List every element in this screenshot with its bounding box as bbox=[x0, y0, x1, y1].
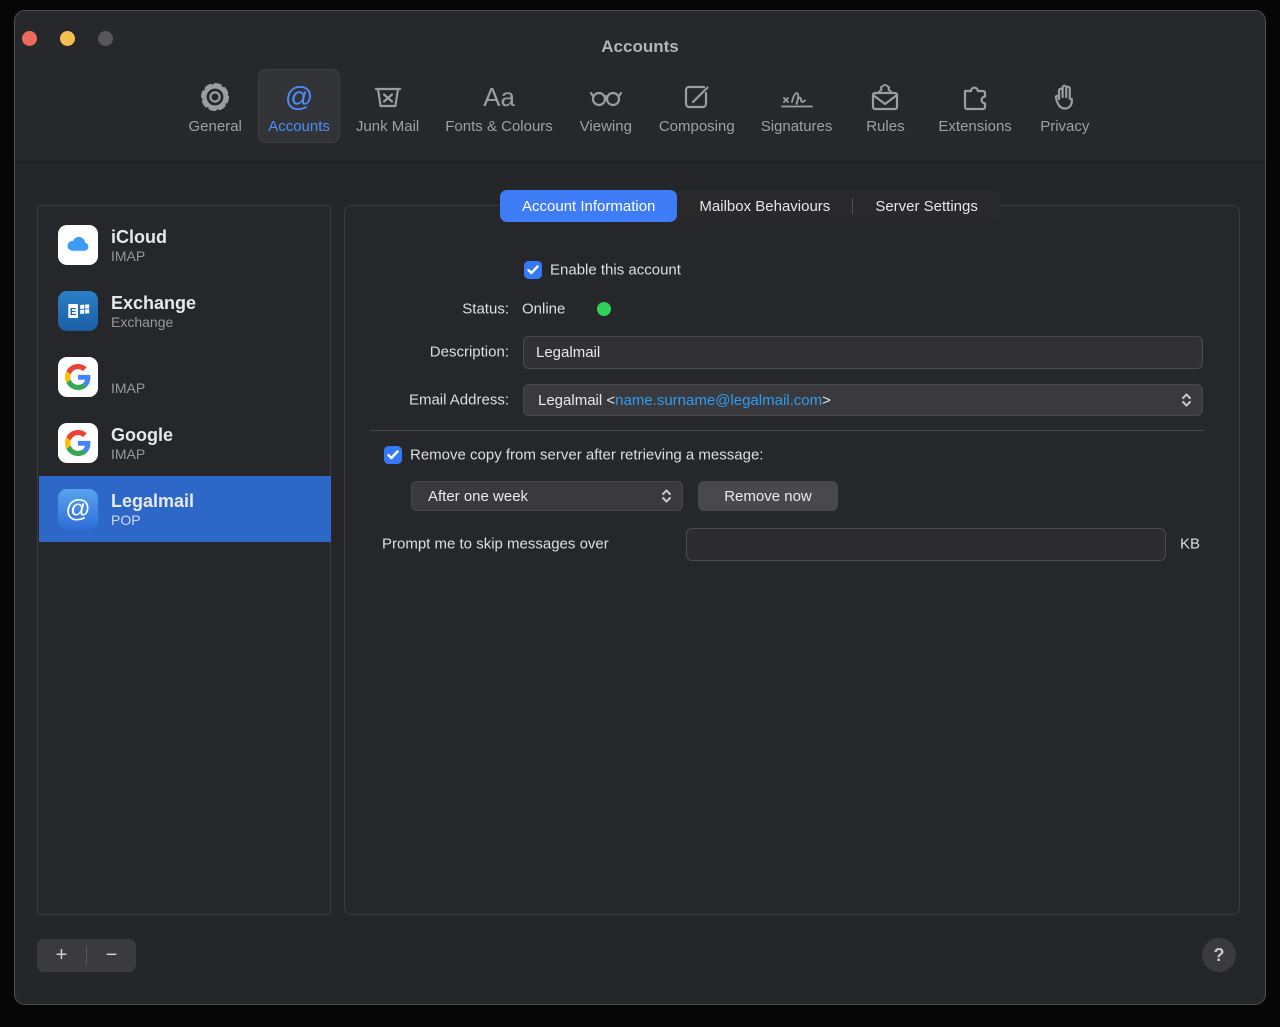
prompt-unit-label: KB bbox=[1180, 536, 1200, 553]
add-remove-account-control: + − bbox=[37, 939, 136, 972]
sidebar-item-legalmail[interactable]: @ Legalmail POP bbox=[39, 476, 331, 542]
title-toolbar-area: Accounts General @ Accounts bbox=[15, 11, 1265, 162]
gear-icon bbox=[198, 79, 232, 115]
sidebar-item-exchange[interactable]: E Exchange Exchange bbox=[39, 278, 331, 344]
toolbar-label: Viewing bbox=[580, 118, 632, 135]
compose-icon bbox=[680, 79, 714, 115]
toolbar-label: Accounts bbox=[268, 118, 330, 135]
section-divider bbox=[370, 430, 1204, 431]
account-name: iCloud bbox=[111, 227, 167, 247]
remove-now-button[interactable]: Remove now bbox=[698, 481, 838, 511]
puzzle-icon bbox=[957, 79, 993, 115]
email-suffix: > bbox=[822, 392, 831, 409]
tab-account-information[interactable]: Account Information bbox=[500, 190, 677, 222]
rules-envelope-icon bbox=[867, 79, 903, 115]
accounts-sidebar: iCloud IMAP E Exchange E bbox=[37, 205, 331, 915]
toolbar-item-extensions[interactable]: Extensions bbox=[928, 69, 1021, 143]
at-icon: @ bbox=[285, 79, 313, 115]
remove-copy-label: Remove copy from server after retrieving… bbox=[410, 447, 763, 464]
toolbar-item-rules[interactable]: Rules bbox=[848, 69, 922, 143]
toolbar-label: Junk Mail bbox=[356, 118, 419, 135]
toolbar-label: Extensions bbox=[938, 118, 1011, 135]
toolbar-item-accounts[interactable]: @ Accounts bbox=[258, 69, 340, 143]
remove-interval-dropdown[interactable]: After one week bbox=[411, 481, 683, 511]
account-type: POP bbox=[111, 512, 194, 528]
description-input[interactable] bbox=[523, 336, 1203, 369]
email-address-value: name.surname@legalmail.com bbox=[615, 392, 822, 409]
status-label: Status: bbox=[345, 301, 509, 318]
enable-account-checkbox[interactable] bbox=[524, 261, 542, 279]
tab-mailbox-behaviours[interactable]: Mailbox Behaviours bbox=[677, 190, 852, 222]
email-address-label: Email Address: bbox=[345, 392, 509, 409]
toolbar-label: Composing bbox=[659, 118, 735, 135]
email-address-popup[interactable]: Legalmail <name.surname@legalmail.com > bbox=[523, 384, 1203, 416]
toolbar-label: Privacy bbox=[1040, 118, 1089, 135]
account-name: Google bbox=[111, 425, 173, 445]
remove-interval-value: After one week bbox=[428, 488, 528, 505]
account-settings-panel: Enable this account Status: Online Descr… bbox=[344, 205, 1240, 915]
remove-account-button[interactable]: − bbox=[87, 939, 136, 972]
toolbar-label: Fonts & Colours bbox=[445, 118, 553, 135]
exchange-icon: E bbox=[58, 291, 98, 331]
accounts-preferences-window: Accounts General @ Accounts bbox=[14, 10, 1266, 1005]
toolbar-label: General bbox=[189, 118, 242, 135]
sidebar-item-icloud[interactable]: iCloud IMAP bbox=[39, 212, 331, 278]
tab-server-settings[interactable]: Server Settings bbox=[853, 190, 1000, 222]
toolbar-item-signatures[interactable]: Signatures bbox=[751, 69, 843, 143]
account-name: Exchange bbox=[111, 293, 196, 313]
settings-tabbar: Account Information Mailbox Behaviours S… bbox=[500, 190, 1000, 222]
enable-account-label: Enable this account bbox=[550, 262, 681, 279]
toolbar-item-composing[interactable]: Composing bbox=[649, 69, 745, 143]
junk-bin-icon bbox=[371, 79, 405, 115]
at-mail-icon: @ bbox=[58, 489, 98, 529]
toolbar-label: Rules bbox=[866, 118, 904, 135]
signature-icon bbox=[777, 79, 817, 115]
sidebar-item-imap[interactable]: IMAP bbox=[39, 344, 331, 410]
google-icon bbox=[58, 357, 98, 397]
status-online-dot bbox=[597, 302, 611, 316]
email-display-name: Legalmail < bbox=[538, 392, 615, 409]
hand-icon bbox=[1048, 79, 1082, 115]
add-account-button[interactable]: + bbox=[37, 939, 86, 972]
google-icon bbox=[58, 423, 98, 463]
preferences-toolbar: General @ Accounts Junk Mail bbox=[15, 69, 1265, 143]
window-title: Accounts bbox=[15, 37, 1265, 57]
chevron-up-down-icon bbox=[661, 487, 672, 505]
toolbar-label: Signatures bbox=[761, 118, 833, 135]
toolbar-item-fonts-colours[interactable]: Aa Fonts & Colours bbox=[435, 69, 563, 143]
account-name: Legalmail bbox=[111, 491, 194, 511]
icloud-icon bbox=[58, 225, 98, 265]
fonts-aa-icon: Aa bbox=[483, 79, 515, 115]
toolbar-item-junk-mail[interactable]: Junk Mail bbox=[346, 69, 429, 143]
chevron-up-down-icon bbox=[1181, 391, 1192, 409]
toolbar-item-viewing[interactable]: Viewing bbox=[569, 69, 643, 143]
toolbar-item-privacy[interactable]: Privacy bbox=[1028, 69, 1102, 143]
account-type: Exchange bbox=[111, 314, 196, 330]
account-type: IMAP bbox=[111, 446, 173, 462]
sidebar-item-google[interactable]: Google IMAP bbox=[39, 410, 331, 476]
help-button[interactable]: ? bbox=[1202, 938, 1236, 972]
prompt-skip-label: Prompt me to skip messages over bbox=[382, 536, 609, 553]
account-type: IMAP bbox=[111, 380, 145, 396]
glasses-icon bbox=[587, 79, 625, 115]
remove-copy-checkbox[interactable] bbox=[384, 446, 402, 464]
toolbar-item-general[interactable]: General bbox=[178, 69, 252, 143]
status-value: Online bbox=[522, 301, 565, 318]
description-label: Description: bbox=[345, 344, 509, 361]
account-type: IMAP bbox=[111, 248, 167, 264]
svg-text:E: E bbox=[70, 307, 77, 318]
account-name bbox=[111, 359, 145, 379]
prompt-skip-input[interactable] bbox=[686, 528, 1166, 561]
